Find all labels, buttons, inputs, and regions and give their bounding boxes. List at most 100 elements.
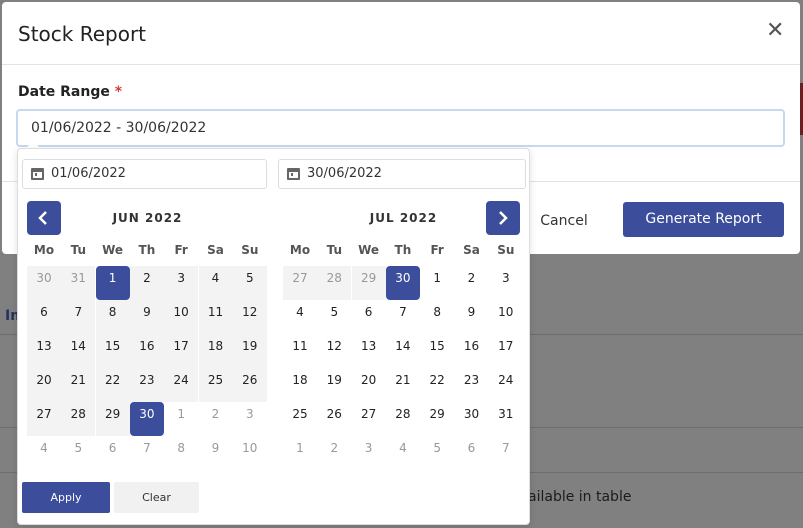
calendar-day[interactable]: 10	[164, 300, 199, 334]
calendar-day[interactable]: 7	[61, 300, 96, 334]
calendar-day[interactable]: 1	[95, 266, 130, 300]
calendar-day[interactable]: 5	[232, 266, 267, 300]
calendar-day[interactable]: 28	[61, 402, 96, 436]
calendar-day[interactable]: 9	[455, 300, 489, 334]
calendar-day[interactable]: 30	[455, 402, 489, 436]
calendar-day[interactable]: 30	[129, 402, 164, 436]
apply-button[interactable]: Apply	[22, 482, 110, 513]
calendar-day[interactable]: 6	[352, 300, 386, 334]
calendar-day[interactable]: 8	[164, 436, 198, 470]
calendar-day[interactable]: 21	[61, 368, 96, 402]
date-range-label-text: Date Range	[18, 84, 110, 100]
calendar-day[interactable]: 19	[317, 368, 351, 402]
calendar-day[interactable]: 4	[283, 300, 317, 334]
calendar-day[interactable]: 11	[283, 334, 317, 368]
calendar-day[interactable]: 2	[317, 436, 351, 470]
calendar-day[interactable]: 24	[489, 368, 523, 402]
calendar-day[interactable]: 18	[198, 334, 233, 368]
calendar-day[interactable]: 7	[386, 300, 420, 334]
calendar-day[interactable]: 6	[96, 436, 130, 470]
calendar-day[interactable]: 19	[232, 334, 267, 368]
calendar-day[interactable]: 28	[386, 402, 420, 436]
calendar-day[interactable]: 2	[129, 266, 164, 300]
calendar-day[interactable]: 26	[232, 368, 267, 402]
calendar-day[interactable]: 4	[386, 436, 420, 470]
calendar-day[interactable]: 8	[420, 300, 454, 334]
calendar-day[interactable]: 10	[489, 300, 523, 334]
calendar-day[interactable]: 12	[317, 334, 351, 368]
weekday-row: Mo Tu We Th Fr Sa Su	[27, 243, 268, 263]
clear-button[interactable]: Clear	[114, 482, 199, 513]
cancel-button[interactable]: Cancel	[522, 205, 606, 237]
calendar-day[interactable]: 21	[386, 368, 420, 402]
calendar-day[interactable]: 13	[27, 334, 61, 368]
calendar-day[interactable]: 2	[199, 402, 233, 436]
calendar-day[interactable]: 25	[198, 368, 233, 402]
calendar-day[interactable]: 20	[352, 368, 386, 402]
weekday-label: Th	[394, 243, 412, 257]
calendar-day[interactable]: 17	[489, 334, 523, 368]
calendar-day[interactable]: 28	[317, 266, 352, 300]
next-month-button[interactable]	[486, 201, 520, 235]
calendar-day[interactable]: 29	[95, 402, 130, 436]
end-date-input[interactable]: 30/06/2022	[278, 159, 526, 189]
calendar-day[interactable]: 7	[130, 436, 164, 470]
calendar-day[interactable]: 10	[233, 436, 267, 470]
calendar-day[interactable]: 8	[95, 300, 130, 334]
calendar-day[interactable]: 1	[283, 436, 317, 470]
calendar-day[interactable]: 12	[232, 300, 267, 334]
calendar-day[interactable]: 5	[420, 436, 454, 470]
calendar-day[interactable]: 27	[283, 266, 317, 300]
start-date-input[interactable]: 01/06/2022	[22, 159, 267, 189]
calendar-day[interactable]: 11	[198, 300, 233, 334]
weekday-label: We	[102, 243, 124, 257]
calendar-day[interactable]: 6	[27, 300, 61, 334]
calendar-day[interactable]: 30	[27, 266, 61, 300]
calendar-day[interactable]: 5	[317, 300, 351, 334]
calendar-day[interactable]: 16	[455, 334, 489, 368]
calendar-day[interactable]: 27	[352, 402, 386, 436]
calendar-day[interactable]: 29	[420, 402, 454, 436]
calendar-day[interactable]: 5	[61, 436, 95, 470]
calendar-day[interactable]: 7	[489, 436, 523, 470]
calendar-day[interactable]: 6	[455, 436, 489, 470]
calendar-day[interactable]: 20	[27, 368, 61, 402]
calendar-day[interactable]: 3	[352, 436, 386, 470]
calendar-day[interactable]: 22	[95, 368, 130, 402]
calendar-day[interactable]: 1	[164, 402, 198, 436]
calendar-day[interactable]: 27	[27, 402, 61, 436]
modal-header: Stock Report ✕	[2, 2, 800, 65]
calendar-day[interactable]: 2	[455, 266, 489, 300]
calendar-day[interactable]: 3	[233, 402, 267, 436]
calendar-day[interactable]: 25	[283, 402, 317, 436]
calendar-day[interactable]: 17	[164, 334, 199, 368]
calendar-day[interactable]: 31	[489, 402, 523, 436]
calendar-day[interactable]: 3	[489, 266, 523, 300]
date-range-picker: 01/06/2022 30/06/2022 JUN 2022 Mo Tu We Th F…	[17, 148, 530, 525]
calendar-day[interactable]: 15	[95, 334, 130, 368]
calendar-day[interactable]: 4	[198, 266, 233, 300]
calendar-day[interactable]: 29	[351, 266, 386, 300]
close-icon[interactable]: ✕	[766, 18, 784, 43]
calendar-day[interactable]: 24	[164, 368, 199, 402]
calendar-left-header: JUN 2022	[27, 201, 268, 235]
calendar-day[interactable]: 31	[61, 266, 96, 300]
calendar-day[interactable]: 13	[352, 334, 386, 368]
calendar-day[interactable]: 30	[385, 266, 420, 300]
calendar-day[interactable]: 14	[386, 334, 420, 368]
date-range-input[interactable]	[16, 109, 785, 147]
calendar-day[interactable]: 3	[164, 266, 199, 300]
calendar-day[interactable]: 22	[420, 368, 454, 402]
calendar-day[interactable]: 23	[129, 368, 164, 402]
calendar-day[interactable]: 16	[129, 334, 164, 368]
calendar-day[interactable]: 15	[420, 334, 454, 368]
calendar-day[interactable]: 9	[199, 436, 233, 470]
calendar-day[interactable]: 4	[27, 436, 61, 470]
calendar-day[interactable]: 9	[129, 300, 164, 334]
calendar-day[interactable]: 14	[61, 334, 96, 368]
calendar-day[interactable]: 1	[420, 266, 454, 300]
calendar-day[interactable]: 23	[455, 368, 489, 402]
generate-report-button[interactable]: Generate Report	[623, 202, 784, 237]
calendar-day[interactable]: 18	[283, 368, 317, 402]
calendar-day[interactable]: 26	[317, 402, 351, 436]
